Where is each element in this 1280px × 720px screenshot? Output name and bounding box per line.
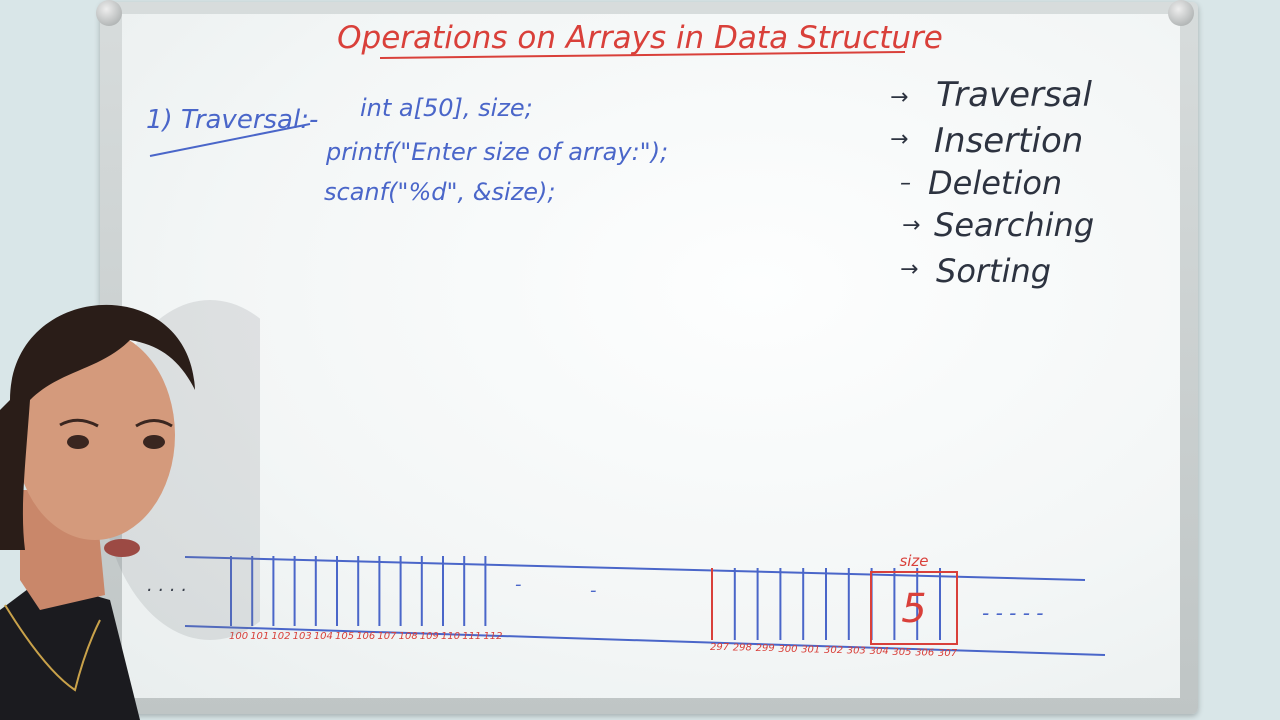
address-label: 307 xyxy=(938,648,958,659)
address-label: 299 xyxy=(756,643,775,654)
traversal-heading: 1) Traversal:- xyxy=(146,105,318,135)
address-label: 305 xyxy=(892,647,911,658)
arrow-icon: → xyxy=(890,127,908,152)
gap-mark: - xyxy=(515,574,522,595)
teacher-eye-left xyxy=(67,435,89,449)
array-left-cells xyxy=(230,556,487,626)
teacher-eye-right xyxy=(143,435,165,449)
teacher-mouth xyxy=(104,539,140,557)
code-line-3: scanf("%d", &size); xyxy=(324,178,556,206)
operation-sorting: Sorting xyxy=(936,252,1051,290)
code-line-1: int a[50], size; xyxy=(360,94,533,122)
operation-deletion: Deletion xyxy=(928,164,1062,202)
address-label: 301 xyxy=(801,644,820,655)
arrow-icon: → xyxy=(902,213,920,238)
gap-mark: - xyxy=(590,580,597,601)
address-label: 300 xyxy=(778,644,797,655)
board-title: Operations on Arrays in Data Structure xyxy=(337,20,943,56)
address-label: 102 xyxy=(271,631,290,642)
address-label: 111 xyxy=(462,631,481,642)
address-label: 306 xyxy=(915,647,934,658)
address-label: 109 xyxy=(420,631,439,642)
arrow-icon: → xyxy=(900,257,918,282)
operations-list: → Traversal → Insertion – Deletion → Sea… xyxy=(890,75,1094,290)
address-label: 304 xyxy=(870,646,889,657)
ellipsis-right: - - - - - xyxy=(982,601,1044,625)
operation-traversal: Traversal xyxy=(936,75,1093,115)
address-label: 107 xyxy=(377,631,397,642)
address-label: 302 xyxy=(824,645,843,656)
size-label: size xyxy=(899,552,928,570)
address-label: 106 xyxy=(356,631,375,642)
array-left-addresses: 100 101 102 103 104 105 106 107 108 109 110 111 112 xyxy=(229,631,502,642)
address-label: 103 xyxy=(293,631,312,642)
address-label: 104 xyxy=(314,631,333,642)
operation-searching: Searching xyxy=(934,206,1094,244)
address-label: 110 xyxy=(441,631,460,642)
address-label: 108 xyxy=(399,631,418,642)
address-label: 297 xyxy=(710,642,730,653)
arrow-icon: → xyxy=(890,85,908,110)
address-label: 298 xyxy=(733,643,752,654)
code-line-2: printf("Enter size of array:"); xyxy=(325,138,668,166)
address-label: 303 xyxy=(847,646,866,657)
address-label: 112 xyxy=(483,631,502,642)
array-diagram: · · · · - - - - - - - 100101102103104105… xyxy=(146,552,1106,659)
dash-icon: – xyxy=(900,171,911,196)
array-top-line xyxy=(184,556,1086,581)
size-value: 5 xyxy=(901,586,926,632)
address-label: 105 xyxy=(335,631,354,642)
operation-insertion: Insertion xyxy=(934,121,1083,161)
teacher-figure xyxy=(0,300,260,720)
classroom-scene: Operations on Arrays in Data Structure 1… xyxy=(0,0,1280,720)
